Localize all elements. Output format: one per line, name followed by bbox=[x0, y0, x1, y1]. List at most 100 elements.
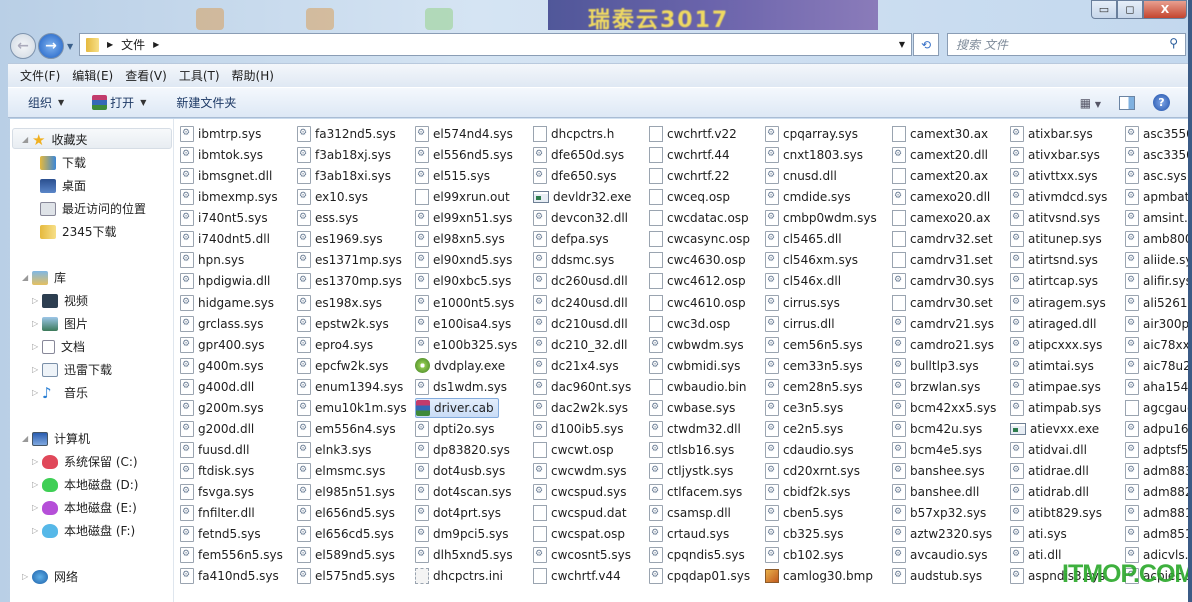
file-item[interactable]: aha154x.sys bbox=[1125, 377, 1188, 397]
preview-pane-icon[interactable] bbox=[1119, 95, 1135, 110]
file-item[interactable]: dfe650.sys bbox=[533, 166, 617, 186]
organize-button[interactable]: 组织 ▼ bbox=[28, 94, 64, 111]
file-item[interactable]: g400d.dll bbox=[180, 377, 254, 397]
file-item[interactable]: e1000nt5.sys bbox=[415, 293, 514, 313]
file-item[interactable]: cpqdap01.sys bbox=[649, 566, 750, 586]
file-item[interactable]: fnfilter.dll bbox=[180, 503, 255, 523]
file-item[interactable]: dpti2o.sys bbox=[415, 419, 494, 439]
file-item[interactable]: i740dnt5.dll bbox=[180, 229, 270, 249]
menu-view[interactable]: 查看(V) bbox=[125, 67, 167, 84]
file-item[interactable]: cem28n5.sys bbox=[765, 377, 863, 397]
file-item[interactable]: hpdigwia.dll bbox=[180, 271, 270, 291]
file-item[interactable]: camext20.dll bbox=[892, 145, 988, 165]
file-item[interactable]: cl546x.dll bbox=[765, 271, 841, 291]
file-item[interactable]: dhcpctrs.h bbox=[533, 124, 614, 144]
sidebar-item-drive-c[interactable]: ▷ 系统保留 (C:) bbox=[32, 451, 138, 472]
view-options-button[interactable]: ▦ ▼ bbox=[1080, 96, 1101, 110]
file-item[interactable]: dc21x4.sys bbox=[533, 356, 619, 376]
file-item[interactable]: ctlsb16.sys bbox=[649, 440, 734, 460]
file-item[interactable]: asc3550.sys bbox=[1125, 124, 1188, 144]
file-item[interactable]: cl546xm.sys bbox=[765, 250, 858, 270]
file-item[interactable]: cpqarray.sys bbox=[765, 124, 858, 144]
file-item[interactable]: aztw2320.sys bbox=[892, 524, 992, 544]
sidebar-item-documents[interactable]: ▷ 文档 bbox=[32, 336, 85, 357]
file-item[interactable]: atipcxxx.sys bbox=[1010, 335, 1102, 355]
breadcrumb-item[interactable]: 文件 bbox=[121, 36, 145, 53]
file-item[interactable]: dot4scan.sys bbox=[415, 482, 512, 502]
file-item[interactable]: aic78xx.sys bbox=[1125, 335, 1188, 355]
sidebar-item-videos[interactable]: ▷ 视频 bbox=[32, 290, 88, 311]
file-item[interactable]: dfe650d.sys bbox=[533, 145, 624, 165]
file-item[interactable]: cbidf2k.sys bbox=[765, 482, 850, 502]
file-item[interactable]: cwc4610.osp bbox=[649, 293, 746, 313]
sidebar-item-pictures[interactable]: ▷ 图片 bbox=[32, 313, 88, 334]
file-item[interactable]: cwcwdm.sys bbox=[533, 461, 627, 481]
file-item[interactable]: ati.sys bbox=[1010, 524, 1067, 544]
file-item[interactable]: brzwlan.sys bbox=[892, 377, 980, 397]
file-item[interactable]: el656cd5.sys bbox=[297, 524, 394, 544]
file-item[interactable]: cwcasync.osp bbox=[649, 229, 750, 249]
file-item[interactable]: cl5465.dll bbox=[765, 229, 842, 249]
file-item[interactable]: cpqndis5.sys bbox=[649, 545, 745, 565]
file-item[interactable]: gpr400.sys bbox=[180, 335, 265, 355]
file-item[interactable]: cwcwt.osp bbox=[533, 440, 614, 460]
file-item[interactable]: atibt829.sys bbox=[1010, 503, 1102, 523]
file-item[interactable]: d100ib5.sys bbox=[533, 419, 624, 439]
file-item[interactable]: cb325.sys bbox=[765, 524, 844, 544]
file-item[interactable]: i740nt5.sys bbox=[180, 208, 268, 228]
file-item[interactable]: cnxt1803.sys bbox=[765, 145, 863, 165]
file-item[interactable]: dac960nt.sys bbox=[533, 377, 631, 397]
file-item[interactable]: epro4.sys bbox=[297, 335, 373, 355]
file-item[interactable]: camdrv32.set bbox=[892, 229, 993, 249]
file-item[interactable]: cmdide.sys bbox=[765, 187, 851, 207]
file-item[interactable]: ds1wdm.sys bbox=[415, 377, 507, 397]
file-item[interactable]: adm8810.sys bbox=[1125, 503, 1188, 523]
file-item[interactable]: el589nd5.sys bbox=[297, 545, 395, 565]
file-item[interactable]: es1370mp.sys bbox=[297, 271, 402, 291]
file-item[interactable]: atimtai.sys bbox=[1010, 356, 1094, 376]
file-item[interactable]: atitunep.sys bbox=[1010, 229, 1102, 249]
file-item[interactable]: elmsmc.sys bbox=[297, 461, 385, 481]
file-item[interactable]: f3ab18xi.sys bbox=[297, 166, 391, 186]
file-item[interactable]: cmbp0wdm.sys bbox=[765, 208, 877, 228]
file-item[interactable]: dc210usd.dll bbox=[533, 314, 628, 334]
file-item[interactable]: dlh5xnd5.sys bbox=[415, 545, 513, 565]
sidebar-item-2345-downloads[interactable]: 2345下载 bbox=[40, 221, 117, 242]
file-item[interactable]: ali5261.sys bbox=[1125, 293, 1188, 313]
file-item[interactable]: atidrab.dll bbox=[1010, 482, 1089, 502]
menu-file[interactable]: 文件(F) bbox=[20, 67, 60, 84]
file-item[interactable]: atiragem.sys bbox=[1010, 293, 1106, 313]
file-item[interactable]: ftdisk.sys bbox=[180, 461, 254, 481]
file-item[interactable]: camext30.ax bbox=[892, 124, 988, 144]
file-item[interactable]: aic78u2.sys bbox=[1125, 356, 1188, 376]
file-item[interactable]: fa410nd5.sys bbox=[180, 566, 279, 586]
open-button[interactable]: 打开 ▼ bbox=[92, 94, 146, 111]
file-item[interactable]: cwchrtf.44 bbox=[649, 145, 730, 165]
file-item[interactable]: apmbatt.sys bbox=[1125, 187, 1188, 207]
file-item[interactable]: el90xnd5.sys bbox=[415, 250, 512, 270]
file-item[interactable]: fetnd5.sys bbox=[180, 524, 261, 544]
file-item[interactable]: emu10k1m.sys bbox=[297, 398, 407, 418]
forward-button[interactable]: → bbox=[38, 33, 64, 59]
file-item[interactable]: atirtsnd.sys bbox=[1010, 250, 1098, 270]
file-item[interactable]: cem33n5.sys bbox=[765, 356, 863, 376]
file-item[interactable]: devldr32.exe bbox=[533, 187, 631, 207]
file-item[interactable]: camext20.ax bbox=[892, 166, 988, 186]
file-item[interactable]: dac2w2k.sys bbox=[533, 398, 628, 418]
file-item[interactable]: dc260usd.dll bbox=[533, 271, 628, 291]
sidebar-item-drive-e[interactable]: ▷ 本地磁盘 (E:) bbox=[32, 497, 137, 518]
file-item[interactable]: hidgame.sys bbox=[180, 293, 274, 313]
file-item[interactable]: banshee.dll bbox=[892, 482, 979, 502]
file-item[interactable]: ce3n5.sys bbox=[765, 398, 843, 418]
file-item[interactable]: epstw2k.sys bbox=[297, 314, 389, 334]
file-item[interactable]: camexo20.dll bbox=[892, 187, 990, 207]
file-item[interactable]: adm8511.sys bbox=[1125, 524, 1188, 544]
file-item[interactable]: cwcspat.osp bbox=[533, 524, 625, 544]
file-item[interactable]: fa312nd5.sys bbox=[297, 124, 396, 144]
minimize-button[interactable]: ▭ bbox=[1091, 0, 1117, 19]
sidebar-item-recent[interactable]: 最近访问的位置 bbox=[40, 198, 146, 219]
file-item[interactable]: driver.cab bbox=[415, 397, 499, 418]
file-item[interactable]: ce2n5.sys bbox=[765, 419, 843, 439]
file-item[interactable]: bcm42xx5.sys bbox=[892, 398, 996, 418]
file-item[interactable]: dp83820.sys bbox=[415, 440, 510, 460]
